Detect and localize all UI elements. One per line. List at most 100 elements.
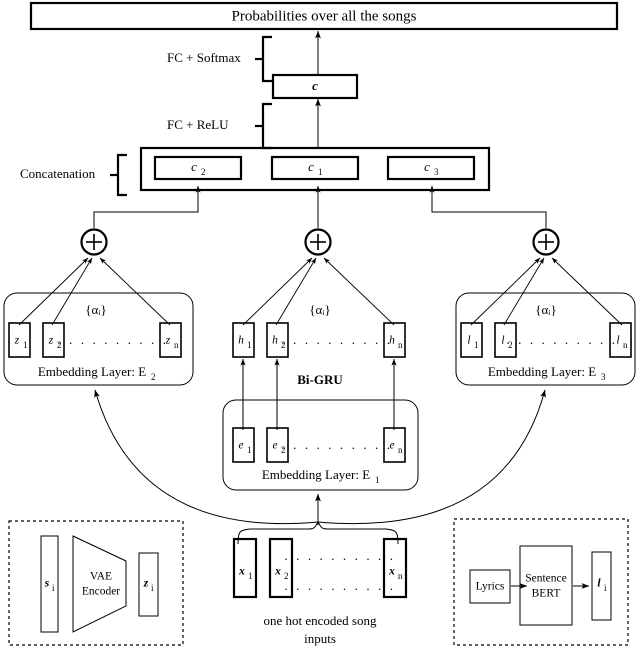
sum-node-right [532,228,560,256]
input-curly-brace [237,521,399,545]
concat-cell-c1-rect [270,155,360,181]
connector-sum-right-to-c3 [429,185,547,228]
vae-encoder-line1: VAE [90,571,112,583]
architecture-diagram-canvas: Probabilities over all the songs FC + So… [0,0,640,651]
unit-h1-sub: 1 [247,340,252,350]
vae-output-z-sub: i [151,583,154,593]
lyrics-output-l: l i [591,551,612,621]
branch-z-caption: Embedding Layer: E [38,364,146,379]
vae-input-s: s i [40,535,59,633]
sum-node-left [80,228,108,256]
sentence-bert-line2: BERT [532,588,561,600]
concat-cell-c2: c 2 [153,155,243,181]
vae-encoder-shape [72,535,127,633]
vae-input-s-sub: i [52,583,55,593]
unit-ln-label: l [616,335,619,347]
fc-softmax-bracket-shape [261,35,272,83]
unit-e1: e 1 [232,427,255,463]
sentence-bert-line1: Sentence [525,573,567,585]
fc-softmax-label: FC + Softmax [167,50,241,65]
branch-z-ellipsis: . . . . . . . . . . [57,332,168,347]
sentence-bert-box: Sentence BERT [519,545,573,626]
attn-z1-line [18,257,89,326]
connector-sum-left-to-c2 [93,185,201,228]
unit-xn-sub: n [398,571,403,581]
curve-inputs-to-embedding-e3 [317,389,546,525]
unit-hn-label: h [389,335,395,347]
unit-zn-sub: n [174,340,179,350]
unit-x2-label: x [274,566,281,578]
context-box-label: c [312,78,318,93]
fc-relu-bracket-shape [261,102,272,150]
vae-output-z: z i [138,552,159,617]
attn-ln-line [551,257,623,326]
attn-h1-line [242,257,313,326]
unit-z1-sub: 1 [23,340,28,350]
vae-encoder-line2: Encoder [82,586,120,598]
branch-z-caption-sub: 2 [151,372,156,382]
branch-l-caption: Embedding Layer: E [488,364,596,379]
architecture-diagram: Probabilities over all the songs FC + So… [3,1,636,646]
unit-l1-label: l [467,335,470,347]
vae-output-z-label: z [143,578,149,590]
vae-input-s-label: s [44,578,50,590]
concat-cell-c3: c 3 [386,155,476,181]
unit-en-label: e [389,440,394,452]
branch-z-attention-label: {αᵢ} [85,302,106,317]
embedding-e1-container: e 1 e 2 . . . . . . . . . . e n Embeddin… [222,399,419,491]
unit-en-sub: n [398,445,403,455]
branch-h-caption: Bi-GRU [297,372,343,387]
unit-e1-sub: 1 [247,445,252,455]
sum-node-center [304,228,332,256]
output-probabilities-box: Probabilities over all the songs [29,1,619,31]
lyrics-output-l-rect [591,551,612,621]
input-ellipsis-bottom: . . . . . . . . . . [284,578,395,593]
unit-x1: x 1 [232,537,258,599]
lyrics-input-box: Lyrics [469,569,511,604]
unit-l1: l 1 [460,322,483,358]
unit-h2-label: h [272,335,278,347]
context-vector-box: c [271,73,359,100]
attn-l1-line [470,257,541,326]
branch-h-attention-label: {αᵢ} [309,302,330,317]
embedding-e1-ellipsis: . . . . . . . . . . [281,437,392,452]
lyrics-input-label: Lyrics [476,581,505,593]
concat-bracket-shape [116,153,127,197]
input-ellipsis-top: . . . . . . . . . . [284,548,395,563]
unit-e2-label: e [272,440,277,452]
input-group: x 1 x 2 . . . . . . . . . . . . . . . . … [232,537,408,646]
vae-dashed-border [8,520,184,646]
lyrics-output-l-sub: i [604,583,607,593]
vae-encoder-trapezoid: VAE Encoder [72,535,127,633]
sentence-bert-rect [519,545,573,626]
lyrics-module-panel: Lyrics Sentence BERT l i [453,518,629,646]
branch-l-attention-label: {αᵢ} [535,302,556,317]
input-caption-line2: inputs [304,631,336,646]
unit-e1-label: e [238,440,243,452]
unit-ln-sub: n [623,340,628,350]
concatenation-container: c 2 c 1 c 3 [139,146,491,192]
attn-zn-line [99,257,171,326]
unit-xn-label: x [388,566,395,578]
fc-relu-label: FC + ReLU [167,117,229,132]
unit-z2-label: z [48,335,54,347]
unit-z1: z 1 [8,322,31,358]
unit-zn-label: z [165,335,171,347]
branch-z-container: {αᵢ} z 1 z 2 . . . . . . . . . . z n Emb… [3,292,194,386]
unit-l1-sub: 1 [474,340,479,350]
unit-l2-label: l [501,335,504,347]
curve-inputs-to-embedding-e2 [94,389,319,525]
bracket-fc-relu: FC + ReLU [167,102,272,150]
lyrics-output-l-label: l [597,578,601,590]
unit-h1: h 1 [232,322,255,358]
embedding-e1-caption: Embedding Layer: E [262,467,370,482]
unit-x1-sub: 1 [248,571,253,581]
concat-cell-c1: c 1 [270,155,360,181]
concat-cell-c3-label: c [424,159,430,174]
concat-cell-c1-label: c [308,159,314,174]
unit-x1-label: x [238,566,245,578]
embedding-e1-caption-sub: 1 [375,475,380,485]
vae-module-panel: s i VAE Encoder z i [8,520,184,646]
unit-x1-rect [232,537,258,599]
concat-cell-c3-rect [386,155,476,181]
